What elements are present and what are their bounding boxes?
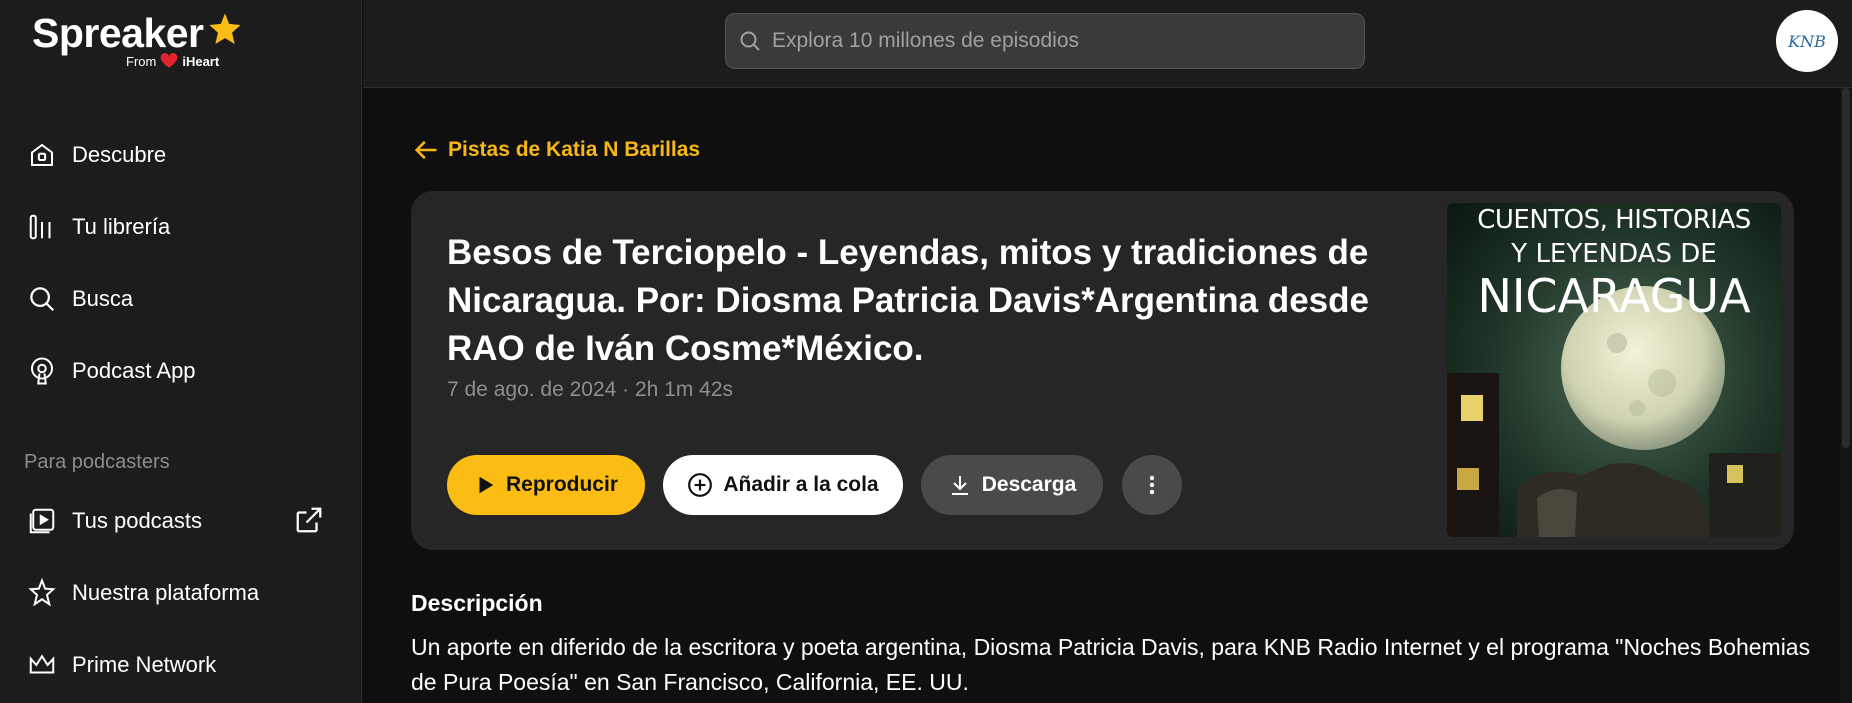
podcast-icon — [26, 355, 58, 387]
logo-wordmark: Spreaker — [32, 10, 204, 56]
scrollbar[interactable] — [1840, 88, 1852, 703]
search-icon — [26, 283, 58, 315]
home-icon — [26, 139, 58, 171]
episode-meta: 7 de ago. de 2024 · 2h 1m 42s — [447, 378, 734, 401]
sidebar-item-nuestra-plataforma[interactable]: Nuestra plataforma — [0, 563, 362, 623]
sidebar-item-libreria[interactable]: Tu librería — [0, 197, 362, 257]
download-icon — [951, 476, 968, 495]
sidebar-item-label: Busca — [72, 286, 134, 311]
crown-icon — [26, 649, 58, 681]
episode-title: Besos de Terciopelo - Leyendas, mitos y … — [447, 233, 1369, 368]
logo-subline: From iHeart — [126, 53, 219, 69]
add-to-queue-label: Añadir a la cola — [723, 473, 879, 496]
play-square-icon — [26, 505, 58, 537]
avatar[interactable]: KNB — [1776, 10, 1838, 72]
sidebar-item-podcast-app[interactable]: Podcast App — [0, 341, 362, 401]
iheart-icon — [161, 53, 178, 68]
sidebar-item-descubre[interactable]: Descubre — [0, 125, 362, 185]
more-options-button[interactable] — [1122, 455, 1182, 515]
sidebar-item-label: Tus podcasts — [72, 508, 203, 533]
section-title-podcasters: Para podcasters — [24, 451, 170, 473]
spreaker-logo[interactable]: Spreaker From iHeart — [32, 10, 252, 76]
add-to-queue-button[interactable]: Añadir a la cola — [663, 455, 903, 515]
sidebar-item-label: Tu librería — [72, 214, 171, 239]
external-link-icon[interactable] — [294, 505, 324, 540]
download-button[interactable]: Descarga — [921, 455, 1103, 515]
description-heading: Descripción — [411, 590, 543, 616]
sidebar-item-tus-podcasts[interactable]: Tus podcasts — [0, 491, 362, 551]
arrow-left-icon — [414, 140, 437, 160]
cover-line-3: NICARAGUA — [1477, 269, 1751, 323]
play-button[interactable]: Reproducir — [447, 455, 645, 515]
play-button-label: Reproducir — [505, 473, 618, 496]
avatar-text: KNB — [1788, 31, 1826, 51]
search-icon — [740, 31, 760, 51]
back-link-label: Pistas de Katia N Barillas — [448, 138, 701, 161]
scrollbar-thumb[interactable] — [1842, 88, 1850, 448]
cover-line-1: CUENTOS, HISTORIAS — [1477, 205, 1751, 235]
sidebar-item-label: Prime Network — [72, 652, 217, 677]
cover-line-2: Y LEYENDAS DE — [1511, 239, 1717, 269]
description-text: Un aporte en diferido de la escritora y … — [411, 634, 1811, 695]
top-bar: KNB — [363, 0, 1852, 88]
logo-from-text: From — [126, 53, 157, 69]
play-icon — [479, 476, 494, 494]
star-outline-icon — [26, 577, 58, 609]
star-icon — [209, 13, 241, 45]
sidebar-item-label: Nuestra plataforma — [72, 580, 260, 605]
sidebar-item-label: Descubre — [72, 142, 167, 167]
more-vertical-icon — [1149, 475, 1155, 495]
back-link[interactable]: Pistas de Katia N Barillas — [412, 136, 700, 164]
logo-partner-text: iHeart — [182, 53, 220, 69]
sidebar: Spreaker From iHeart Descubre Tu librerí… — [0, 0, 362, 703]
sidebar-item-label: Podcast App — [72, 358, 196, 383]
sidebar-item-prime-network[interactable]: Prime Network — [0, 635, 362, 695]
search-box[interactable] — [725, 13, 1365, 69]
library-icon — [26, 211, 58, 243]
episode-card: Besos de Terciopelo - Leyendas, mitos y … — [411, 191, 1794, 550]
search-input[interactable] — [772, 29, 1332, 53]
download-label: Descarga — [981, 473, 1077, 496]
episode-cover-image: CUENTOS, HISTORIAS Y LEYENDAS DE NICARAG… — [1447, 203, 1781, 537]
sidebar-item-busca[interactable]: Busca — [0, 269, 362, 329]
plus-circle-icon — [688, 473, 713, 497]
